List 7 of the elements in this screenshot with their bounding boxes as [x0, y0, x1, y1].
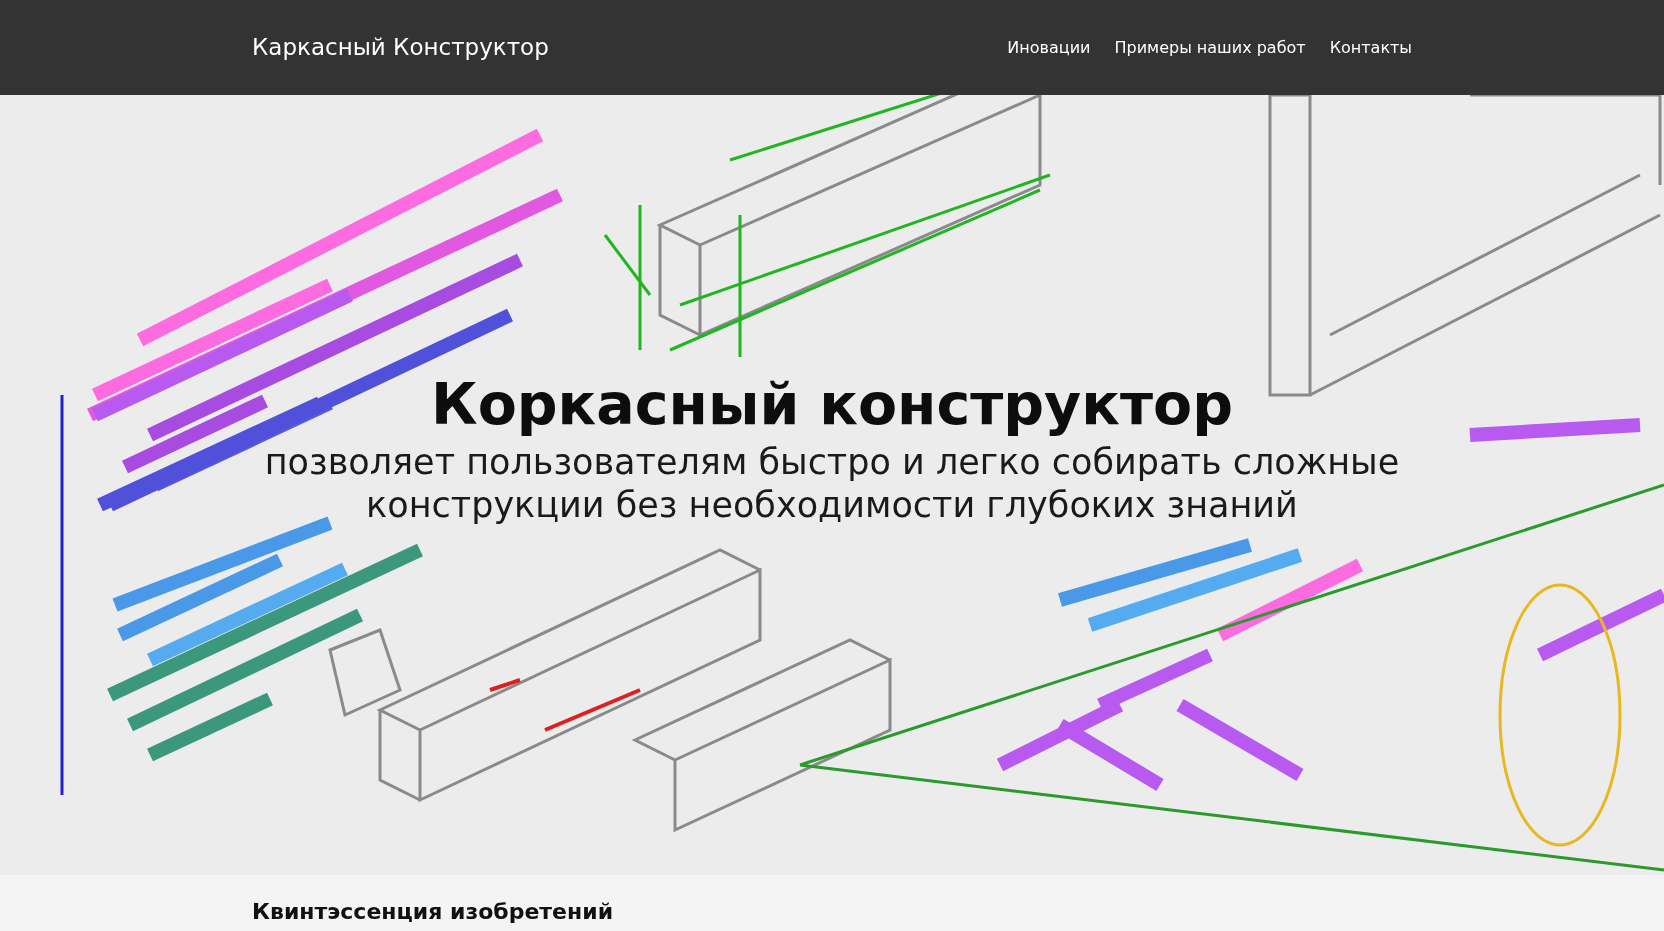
hero-title: Коркасный конструктор	[430, 373, 1234, 436]
nav-link[interactable]: Примеры наших работ	[1114, 35, 1306, 60]
site-brand-link[interactable]: Каркасный Конструктор	[252, 30, 549, 65]
nav-link[interactable]: Иновации	[1007, 35, 1091, 60]
hero-subtitle: позволяет пользователям быстро и легко собирать сложные конструкции без необходимости глубоких знаний	[263, 440, 1401, 528]
section-heading: Квинтэссенция изобретений	[252, 899, 615, 926]
nav-link[interactable]: Контакты	[1329, 35, 1412, 60]
